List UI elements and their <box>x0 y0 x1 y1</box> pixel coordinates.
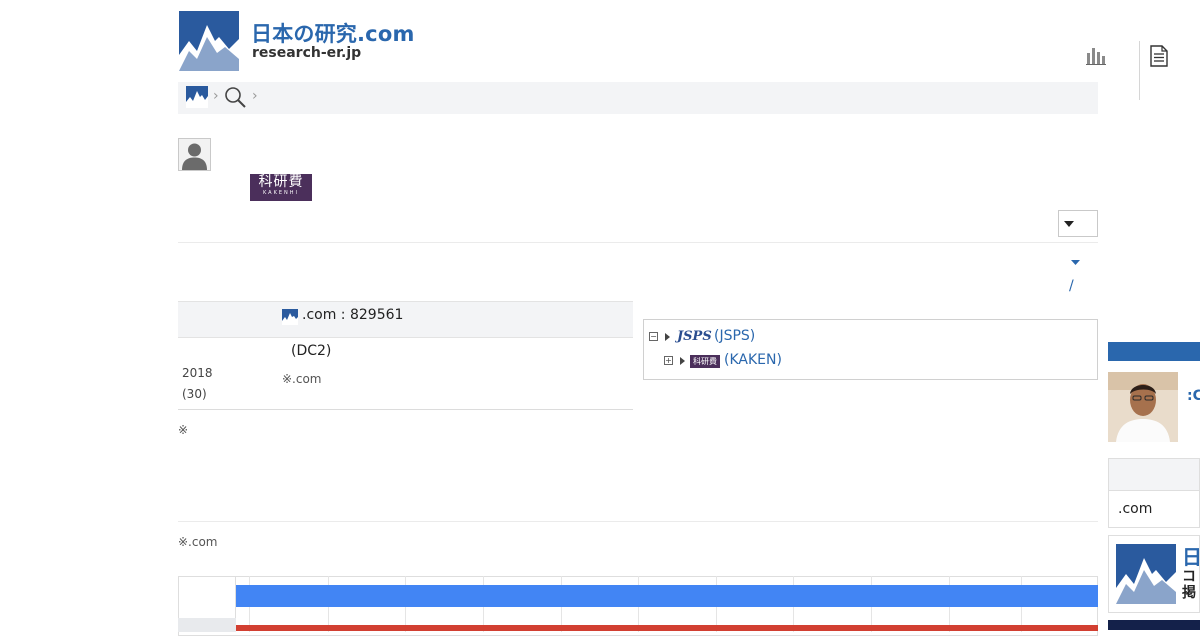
table-divider <box>178 409 633 410</box>
sidebar-ad-text: コ 掲 <box>1182 569 1196 601</box>
timeline-bar-red[interactable] <box>236 625 1098 631</box>
info-row-id <box>178 301 633 338</box>
site-title[interactable]: 日本の研究.com <box>251 18 415 48</box>
site-domain[interactable]: research-er.jp <box>252 45 361 61</box>
sidebar-ad-line: コ <box>1182 569 1196 585</box>
kakenhi-logo[interactable]: 科研費 KAKENHI <box>250 174 312 201</box>
person-photo-icon <box>1108 372 1178 442</box>
tree-item-kaken[interactable]: (KAKEN) <box>724 352 782 368</box>
mountain-logo-icon <box>282 309 298 325</box>
grant-type: (DC2) <box>291 343 332 359</box>
timeline-label-cell <box>178 576 236 618</box>
sidebar-panel-header <box>1108 458 1200 491</box>
triangle-right-icon[interactable] <box>680 357 685 365</box>
sort-link[interactable]: / <box>1069 278 1074 294</box>
kakenhi-logo-romaji: KAKENHI <box>262 190 300 196</box>
document-icon[interactable] <box>1150 45 1168 71</box>
grant-count: (30) <box>182 387 207 401</box>
avatar <box>178 138 211 171</box>
researcher-photo[interactable] <box>1108 372 1178 442</box>
sidebar-ad-line: 掲 <box>1182 585 1196 601</box>
kakenhi-mini-logo: 科研費 <box>690 355 720 368</box>
footnote-mark: ※ <box>178 423 189 437</box>
tree-item-jsps[interactable]: (JSPS) <box>714 328 755 344</box>
caret-down-icon <box>1071 260 1080 265</box>
breadcrumb-separator: › <box>213 88 219 104</box>
person-icon <box>179 139 210 170</box>
research-id: .com : 829561 <box>302 307 404 323</box>
sidebar-header <box>1108 342 1200 361</box>
kakenhi-logo-kanji: 科研費 <box>258 174 304 190</box>
breadcrumb <box>178 82 1098 114</box>
timeline-bar-blue[interactable] <box>236 585 1098 607</box>
bar-chart-icon[interactable] <box>1086 47 1106 69</box>
expand-toggle[interactable]: + <box>664 356 673 365</box>
triangle-right-icon[interactable] <box>665 333 670 341</box>
sidebar-ad-title: 日 <box>1182 545 1200 569</box>
site-logo[interactable] <box>179 11 239 71</box>
mountain-logo-icon <box>186 86 208 108</box>
mountain-logo-icon <box>179 11 239 71</box>
section-divider <box>178 242 1098 243</box>
source-note: ※.com <box>282 372 322 386</box>
breadcrumb-separator: › <box>252 88 258 104</box>
sidebar-panel-item[interactable]: .com <box>1118 501 1152 517</box>
bottom-note: ※.com <box>178 535 218 549</box>
section-divider <box>178 521 1098 522</box>
sidebar-banner[interactable] <box>1108 620 1200 630</box>
caret-down-icon <box>1064 221 1074 227</box>
sort-toggle[interactable] <box>1071 258 1080 268</box>
sidebar-photo-label[interactable]: :C <box>1187 388 1200 404</box>
collapse-toggle[interactable]: − <box>649 332 658 341</box>
search-icon[interactable] <box>224 86 246 112</box>
mountain-logo-icon <box>1116 544 1176 604</box>
breadcrumb-home-link[interactable] <box>186 86 208 108</box>
options-dropdown[interactable] <box>1058 210 1098 237</box>
grant-year: 2018 <box>182 366 213 380</box>
header-divider <box>1139 41 1140 100</box>
jsps-logo: JSPS <box>677 329 712 344</box>
